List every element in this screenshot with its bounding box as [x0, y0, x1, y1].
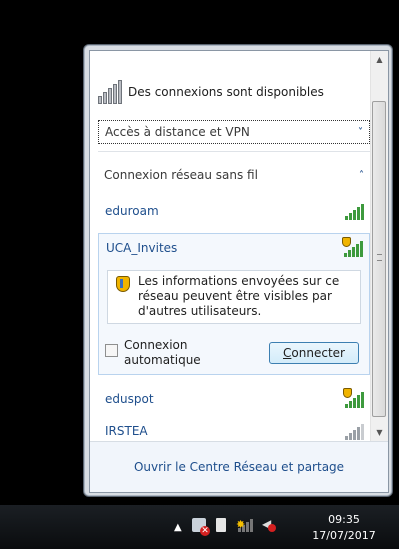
divider — [98, 151, 370, 152]
flyout-footer: Ouvrir le Centre Réseau et partage — [90, 441, 388, 492]
network-name: IRSTEA — [105, 424, 148, 438]
chevron-up-icon: ˄ — [359, 169, 364, 181]
auto-connect[interactable]: Connexion automatique — [105, 338, 214, 368]
auto-connect-checkbox[interactable] — [105, 344, 118, 357]
shield-icon — [343, 388, 352, 398]
network-available-star-icon: ✸ — [236, 518, 246, 531]
network-item-uca-invites-expanded: UCA_Invites Les informations envoyées su… — [98, 233, 370, 375]
network-name: UCA_Invites — [106, 241, 178, 255]
section-wireless[interactable]: Connexion réseau sans fil ˄ — [98, 163, 370, 187]
action-center-flag-icon[interactable] — [192, 518, 210, 536]
security-warning: Les informations envoyées sur ce réseau … — [107, 270, 361, 324]
network-item-uca-invites[interactable]: UCA_Invites — [99, 234, 369, 262]
scroll-down-arrow-icon[interactable]: ▼ — [371, 424, 388, 441]
section-wireless-label: Connexion réseau sans fil — [104, 168, 258, 182]
clock[interactable]: 09:35 17/07/2017 — [306, 512, 382, 544]
secured-signal-icon — [343, 388, 364, 408]
clock-time: 09:35 — [328, 513, 360, 526]
clock-date: 17/07/2017 — [312, 529, 376, 542]
scrollbar-thumb[interactable] — [372, 101, 386, 417]
network-status-icon — [98, 80, 122, 104]
flyout-header: Des connexions sont disponibles — [98, 77, 324, 107]
chevron-down-icon: ˅ — [358, 126, 363, 138]
network-name: eduroam — [105, 204, 159, 218]
scroll-up-arrow-icon[interactable]: ▲ — [371, 51, 388, 68]
taskbar: ▲ ✸ 09:35 17/07/2017 — [0, 505, 399, 549]
show-hidden-icons-arrow-icon[interactable]: ▲ — [174, 522, 182, 533]
auto-connect-label: Connexion automatique — [124, 338, 201, 367]
open-network-center-link[interactable]: Ouvrir le Centre Réseau et partage — [134, 460, 344, 474]
battery-icon[interactable] — [216, 518, 226, 532]
network-name: eduspot — [105, 392, 154, 406]
connect-button[interactable]: Connecter — [269, 342, 359, 364]
weak-signal-icon — [345, 422, 364, 440]
warning-shield-icon — [116, 276, 130, 292]
shield-icon — [342, 237, 351, 247]
header-title: Des connexions sont disponibles — [128, 85, 324, 99]
scrollbar[interactable]: ▲ ▼ — [370, 51, 388, 441]
network-flyout: Des connexions sont disponibles Accès à … — [83, 44, 393, 497]
section-vpn[interactable]: Accès à distance et VPN ˅ — [98, 120, 370, 144]
network-item-eduroam[interactable]: eduroam — [98, 197, 370, 225]
network-panel: Des connexions sont disponibles Accès à … — [89, 50, 389, 493]
section-vpn-label: Accès à distance et VPN — [105, 125, 250, 139]
signal-strength-icon — [345, 202, 364, 220]
volume-muted-icon[interactable] — [262, 517, 276, 532]
network-item-eduspot[interactable]: eduspot — [98, 385, 370, 413]
security-warning-text: Les informations envoyées sur ce réseau … — [138, 274, 340, 318]
secured-signal-icon — [342, 237, 363, 257]
